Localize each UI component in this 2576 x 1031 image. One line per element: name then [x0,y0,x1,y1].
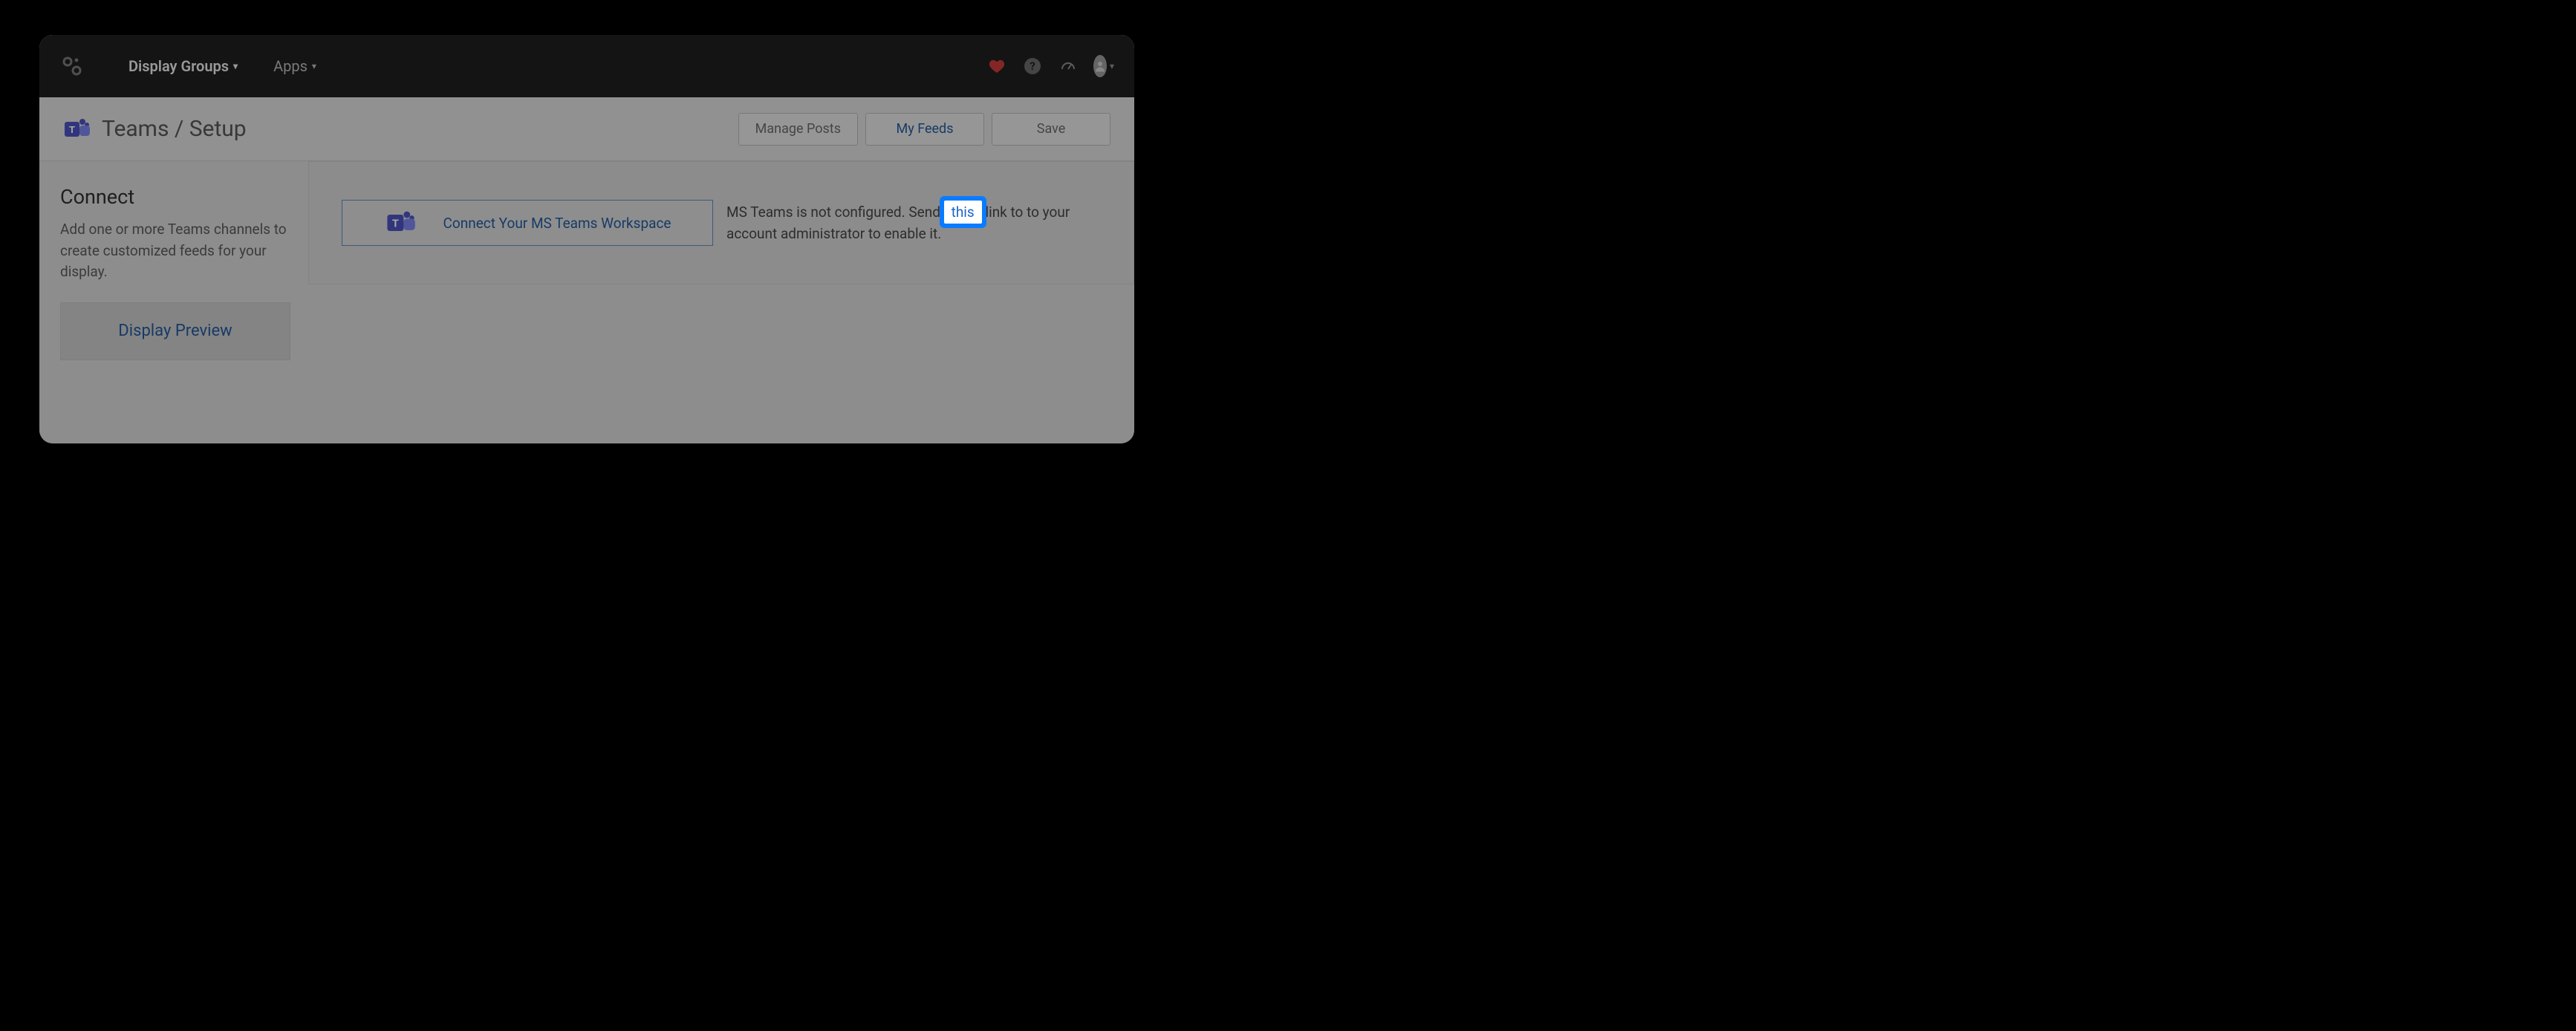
chevron-down-icon: ▾ [233,61,238,71]
dashboard-gauge-icon[interactable] [1058,56,1078,76]
app-logo-icon[interactable] [60,54,84,78]
page-title: T Teams / Setup [62,114,247,144]
this-link[interactable]: this [944,201,982,224]
heart-icon[interactable] [987,56,1006,76]
manage-posts-button[interactable]: Manage Posts [738,113,858,146]
teams-icon: T [62,114,91,144]
page-header: T Teams / Setup Manage Posts My Feeds Sa… [39,97,1134,161]
sidebar-description: Add one or more Teams channels to create… [60,219,287,283]
status-before: MS Teams is not configured. Send [726,204,944,221]
nav-display-groups-label: Display Groups [129,57,229,75]
teams-icon: T [384,206,417,239]
my-feeds-label: My Feeds [897,121,954,137]
connect-card: T Connect Your MS Teams Workspace MS Tea… [308,161,1134,284]
my-feeds-button[interactable]: My Feeds [865,113,984,146]
display-preview-button[interactable]: Display Preview [60,302,290,360]
connect-teams-label: Connect Your MS Teams Workspace [443,215,671,232]
app-window: Display Groups ▾ Apps ▾ ? [39,35,1134,443]
svg-text:T: T [69,124,75,135]
avatar-icon [1093,55,1107,77]
main-content: Connect Add one or more Teams channels t… [39,161,1134,384]
nav-display-groups[interactable]: Display Groups ▾ [129,57,238,75]
nav-apps[interactable]: Apps ▾ [273,57,316,75]
save-label: Save [1037,121,1066,137]
help-icon[interactable]: ? [1023,56,1042,76]
user-avatar[interactable]: ▾ [1094,56,1113,76]
nav-apps-label: Apps [273,57,308,75]
chevron-down-icon: ▾ [312,61,316,71]
page-title-text: Teams / Setup [102,116,247,142]
manage-posts-label: Manage Posts [755,121,841,137]
header-actions: Manage Posts My Feeds Save [738,113,1110,146]
chevron-down-icon: ▾ [1110,61,1114,71]
sidebar-title: Connect [60,185,287,209]
top-nav: Display Groups ▾ Apps ▾ ? [39,35,1134,97]
nav-right: ? ▾ [987,56,1113,76]
save-button[interactable]: Save [992,113,1110,146]
status-text: MS Teams is not configured. Send this li… [726,201,1101,245]
connect-teams-button[interactable]: T Connect Your MS Teams Workspace [342,200,713,246]
display-preview-label: Display Preview [118,322,232,340]
sidebar: Connect Add one or more Teams channels t… [39,161,308,384]
nav-items: Display Groups ▾ Apps ▾ [129,57,316,75]
svg-text:T: T [392,218,399,230]
